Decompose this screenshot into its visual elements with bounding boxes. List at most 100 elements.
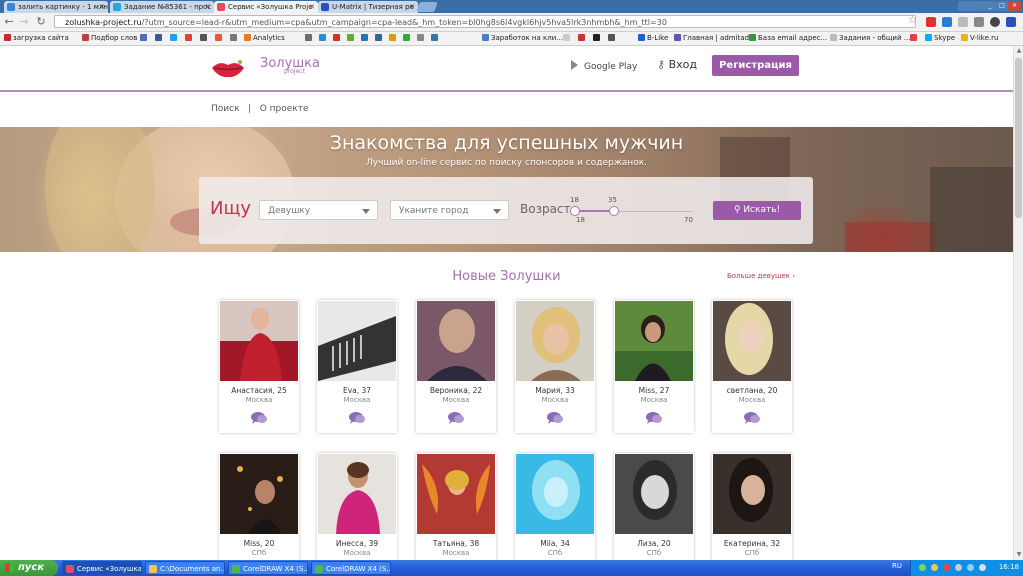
tray-icon[interactable] [931,564,938,571]
extension-icon[interactable] [926,17,936,27]
bookmark[interactable] [403,32,412,45]
profile-card[interactable]: Мария, 33 Москва [515,300,595,433]
city-select[interactable]: Уканите город [390,200,509,220]
profile-card[interactable]: Екатерина, 32 СПб [712,453,792,560]
start-button[interactable]: пуск [0,560,58,576]
volume-icon[interactable] [979,564,986,571]
bookmark[interactable] [230,32,239,45]
search-button[interactable]: ⚲ Искать! [713,201,801,220]
profile-card[interactable]: Инесса, 39 Москва [317,453,397,560]
bookmark[interactable] [375,32,384,45]
scroll-down-icon[interactable]: ▼ [1014,550,1023,560]
browser-tab-active[interactable]: Сервис «Золушка Proje ✕ [214,1,318,13]
age-slider-min-handle[interactable] [570,206,580,216]
google-play-link[interactable]: Google Play [571,60,637,72]
bookmark[interactable] [389,32,398,45]
tray-icon[interactable] [967,564,974,571]
star-icon[interactable]: ☆ [908,16,918,26]
scrollbar-thumb[interactable] [1015,58,1022,218]
bookmark[interactable] [431,32,440,45]
age-slider-max-handle[interactable] [608,206,619,216]
forward-icon[interactable]: → [18,16,30,28]
extension-icon[interactable] [958,17,968,27]
close-icon[interactable]: ✕ [309,1,315,13]
message-icon[interactable] [348,411,366,425]
register-button[interactable]: Регистрация [712,55,799,76]
profile-photo[interactable] [516,454,594,534]
message-icon[interactable] [743,411,761,425]
new-tab-button[interactable] [416,2,438,12]
browser-tab[interactable]: залить картинку - 1 млн ✕ [4,1,108,13]
bookmark[interactable] [333,32,342,45]
bookmark[interactable] [578,32,587,45]
bookmark[interactable]: Analytics [244,32,285,45]
language-indicator[interactable]: RU [892,562,902,570]
message-icon[interactable] [645,411,663,425]
taskbar-item[interactable]: C:\Documents an... [145,561,225,575]
maximize-button[interactable]: □ [996,1,1008,11]
bookmark[interactable]: Skype [925,32,955,45]
gender-select[interactable]: Девушку [259,200,378,220]
taskbar-item[interactable]: CorelDRAW X4 (S... [228,561,308,575]
bookmark[interactable] [305,32,314,45]
window-close-button[interactable]: ✕ [1008,1,1021,11]
profile-photo[interactable] [713,301,791,381]
message-icon[interactable] [546,411,564,425]
profile-card[interactable]: Вероника, 22 Москва [416,300,496,433]
taskbar-item[interactable]: CorelDRAW X4 (S... [311,561,391,575]
profile-card[interactable]: Татьяна, 38 Москва [416,453,496,560]
close-icon[interactable]: ✕ [99,1,105,13]
tray-icon[interactable] [955,564,962,571]
bookmark[interactable]: База email адрес... [749,32,827,45]
bookmark[interactable] [417,32,426,45]
profile-photo[interactable] [615,454,693,534]
profile-photo[interactable] [516,301,594,381]
bookmark[interactable]: Главная | admitad [674,32,749,45]
profile-card[interactable]: светлана, 20 Москва [712,300,792,433]
bookmark[interactable]: Заработок на кли... [482,32,563,45]
browser-tab[interactable]: Задание №85361 - прос ✕ [110,1,214,13]
close-icon[interactable]: ✕ [205,1,211,13]
message-icon[interactable] [447,411,465,425]
bookmark[interactable] [185,32,194,45]
profile-card[interactable]: Лиза, 20 СПб [614,453,694,560]
bookmark[interactable] [347,32,356,45]
browser-tab[interactable]: U-Matrix | Тизерная ре ✕ [318,1,418,13]
bookmark[interactable] [170,32,179,45]
tray-icon[interactable] [943,564,950,571]
bookmark[interactable] [319,32,328,45]
bookmark[interactable] [563,32,572,45]
profile-photo[interactable] [318,301,396,381]
bookmark[interactable]: Задания - общий ... [830,32,910,45]
message-icon[interactable] [250,411,268,425]
bookmark[interactable] [593,32,602,45]
profile-photo[interactable] [615,301,693,381]
bookmark[interactable] [200,32,209,45]
profile-card[interactable]: Mila, 34 СПб [515,453,595,560]
profile-card[interactable]: Eva, 37 Москва [317,300,397,433]
profile-button[interactable] [958,1,984,11]
login-link[interactable]: ⚷ Вход [657,58,697,71]
bookmark[interactable] [140,32,149,45]
taskbar-item[interactable]: Сервис «Золушка... [62,561,142,575]
clock[interactable]: 16:18 [999,563,1019,571]
profile-photo[interactable] [318,454,396,534]
profile-photo[interactable] [417,454,495,534]
profile-photo[interactable] [220,301,298,381]
subnav[interactable]: Поиск | О проекте [211,104,309,114]
more-girls-link[interactable]: Больше девушек › [727,272,795,280]
extension-icon[interactable] [990,17,1000,27]
bookmark[interactable] [910,32,919,45]
bookmark[interactable] [361,32,370,45]
bookmark[interactable] [608,32,617,45]
scroll-up-icon[interactable]: ▲ [1014,46,1023,56]
minimize-button[interactable]: _ [984,1,996,11]
back-icon[interactable]: ← [3,16,15,28]
bookmark[interactable]: Подбор слов [82,32,137,45]
reload-icon[interactable]: ↻ [35,16,47,28]
profile-photo[interactable] [220,454,298,534]
profile-photo[interactable] [417,301,495,381]
profile-card[interactable]: Miss, 20 СПб [219,453,299,560]
tray-icon[interactable] [919,564,926,571]
bookmark[interactable] [155,32,164,45]
